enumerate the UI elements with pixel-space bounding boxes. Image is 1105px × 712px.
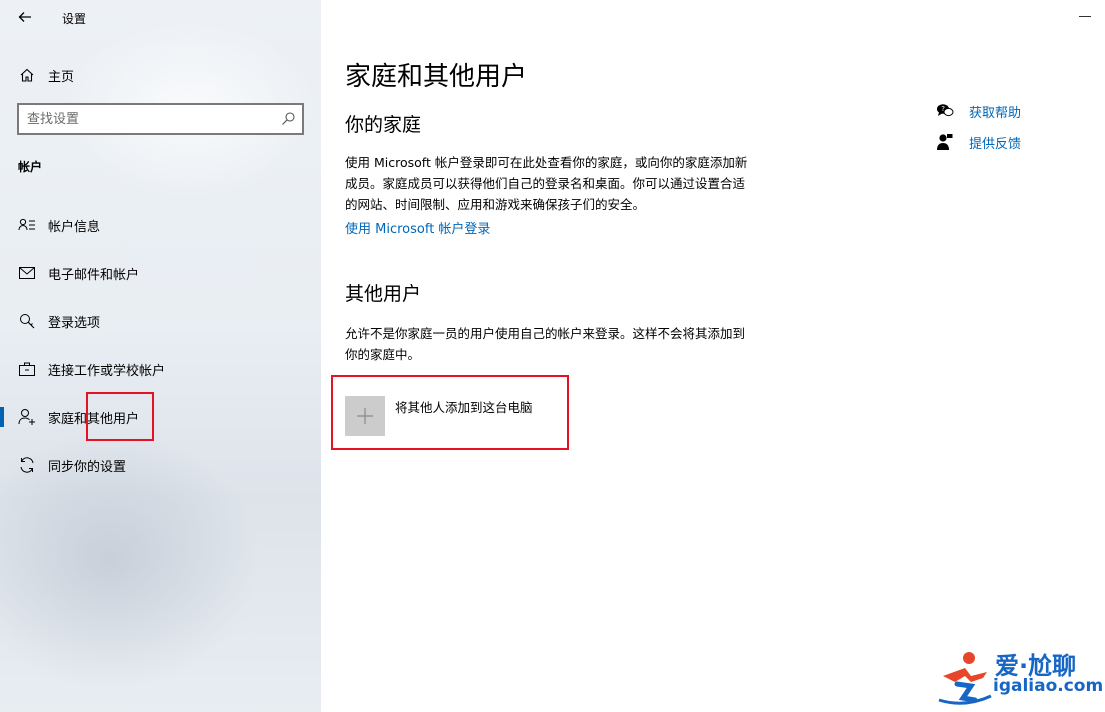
person-add-icon	[18, 408, 36, 426]
back-button[interactable]	[10, 2, 40, 32]
sidebar-item-sign-in-options[interactable]: 登录选项	[0, 303, 321, 339]
watermark-runner-icon	[938, 652, 992, 705]
minimize-button[interactable]	[1079, 16, 1091, 17]
search-icon[interactable]	[280, 111, 296, 127]
active-indicator	[0, 407, 4, 427]
sidebar: 设置 主页 帐户 帐户信息	[0, 0, 321, 712]
sidebar-item-family-other-users[interactable]: 家庭和其他用户	[0, 399, 321, 435]
title-bar: 设置	[0, 0, 321, 34]
other-users-description-line: 你的家庭中。	[345, 347, 421, 362]
sidebar-item-account-info[interactable]: 帐户信息	[0, 207, 321, 243]
feedback-link[interactable]: 提供反馈	[935, 131, 1055, 153]
family-description: 使用 Microsoft 帐户登录即可在此处查看你的家庭，或向你的家庭添加新 成…	[345, 152, 805, 215]
sidebar-item-label: 家庭和其他用户	[48, 411, 140, 427]
family-description-line: 的网站、时间限制、应用和游戏来确保孩子们的安全。	[345, 197, 646, 212]
add-other-user-button[interactable]: 将其他人添加到这台电脑	[345, 396, 555, 436]
chat-help-icon: ?	[935, 101, 955, 121]
family-description-line: 使用 Microsoft 帐户登录即可在此处查看你的家庭，或向你的家庭添加新	[345, 155, 748, 170]
get-help-link[interactable]: ? 获取帮助	[935, 100, 1055, 122]
sidebar-item-label: 登录选项	[48, 315, 101, 331]
add-other-user-label: 将其他人添加到这台电脑	[395, 399, 533, 415]
sidebar-item-label: 同步你的设置	[48, 459, 127, 475]
watermark-logo: 爱·尬聊 igaliao.com	[935, 646, 1104, 706]
search-input[interactable]	[27, 110, 277, 128]
nav-home[interactable]: 主页	[0, 60, 321, 90]
mail-icon	[18, 264, 36, 282]
feedback-icon	[935, 132, 955, 152]
family-description-line: 成员。家庭成员可以获得他们自己的登录名和桌面。你可以通过设置合适	[345, 176, 746, 191]
other-users-description: 允许不是你家庭一员的用户使用自己的帐户来登录。这样不会将其添加到 你的家庭中。	[345, 323, 805, 365]
briefcase-icon	[18, 360, 36, 378]
other-users-heading: 其他用户	[345, 283, 422, 305]
family-heading: 你的家庭	[345, 114, 422, 136]
app-title: 设置	[62, 12, 87, 26]
sidebar-item-sync-settings[interactable]: 同步你的设置	[0, 447, 321, 483]
search-box[interactable]	[17, 103, 304, 135]
other-users-description-line: 允许不是你家庭一员的用户使用自己的帐户来登录。这样不会将其添加到	[345, 326, 746, 341]
nav-home-label: 主页	[48, 69, 75, 85]
page-title: 家庭和其他用户	[345, 62, 528, 92]
home-icon	[18, 66, 36, 84]
feedback-label: 提供反馈	[969, 136, 1022, 152]
section-label: 帐户	[18, 160, 43, 174]
account-info-icon	[18, 216, 36, 234]
main-content: 家庭和其他用户 你的家庭 使用 Microsoft 帐户登录即可在此处查看你的家…	[321, 0, 1105, 712]
sidebar-item-work-school[interactable]: 连接工作或学校帐户	[0, 351, 321, 387]
sidebar-item-label: 帐户信息	[48, 219, 101, 235]
svg-text:?: ?	[941, 105, 945, 113]
get-help-label: 获取帮助	[969, 105, 1022, 121]
sidebar-item-email-accounts[interactable]: 电子邮件和帐户	[0, 255, 321, 291]
sync-icon	[18, 456, 36, 474]
plus-icon	[345, 396, 385, 436]
sidebar-item-label: 连接工作或学校帐户	[48, 363, 166, 379]
key-icon	[18, 312, 36, 330]
back-arrow-icon	[18, 12, 31, 22]
watermark-url: igaliao.com	[993, 676, 1104, 696]
sidebar-item-label: 电子邮件和帐户	[48, 267, 140, 283]
microsoft-signin-link[interactable]: 使用 Microsoft 帐户登录	[345, 218, 490, 237]
